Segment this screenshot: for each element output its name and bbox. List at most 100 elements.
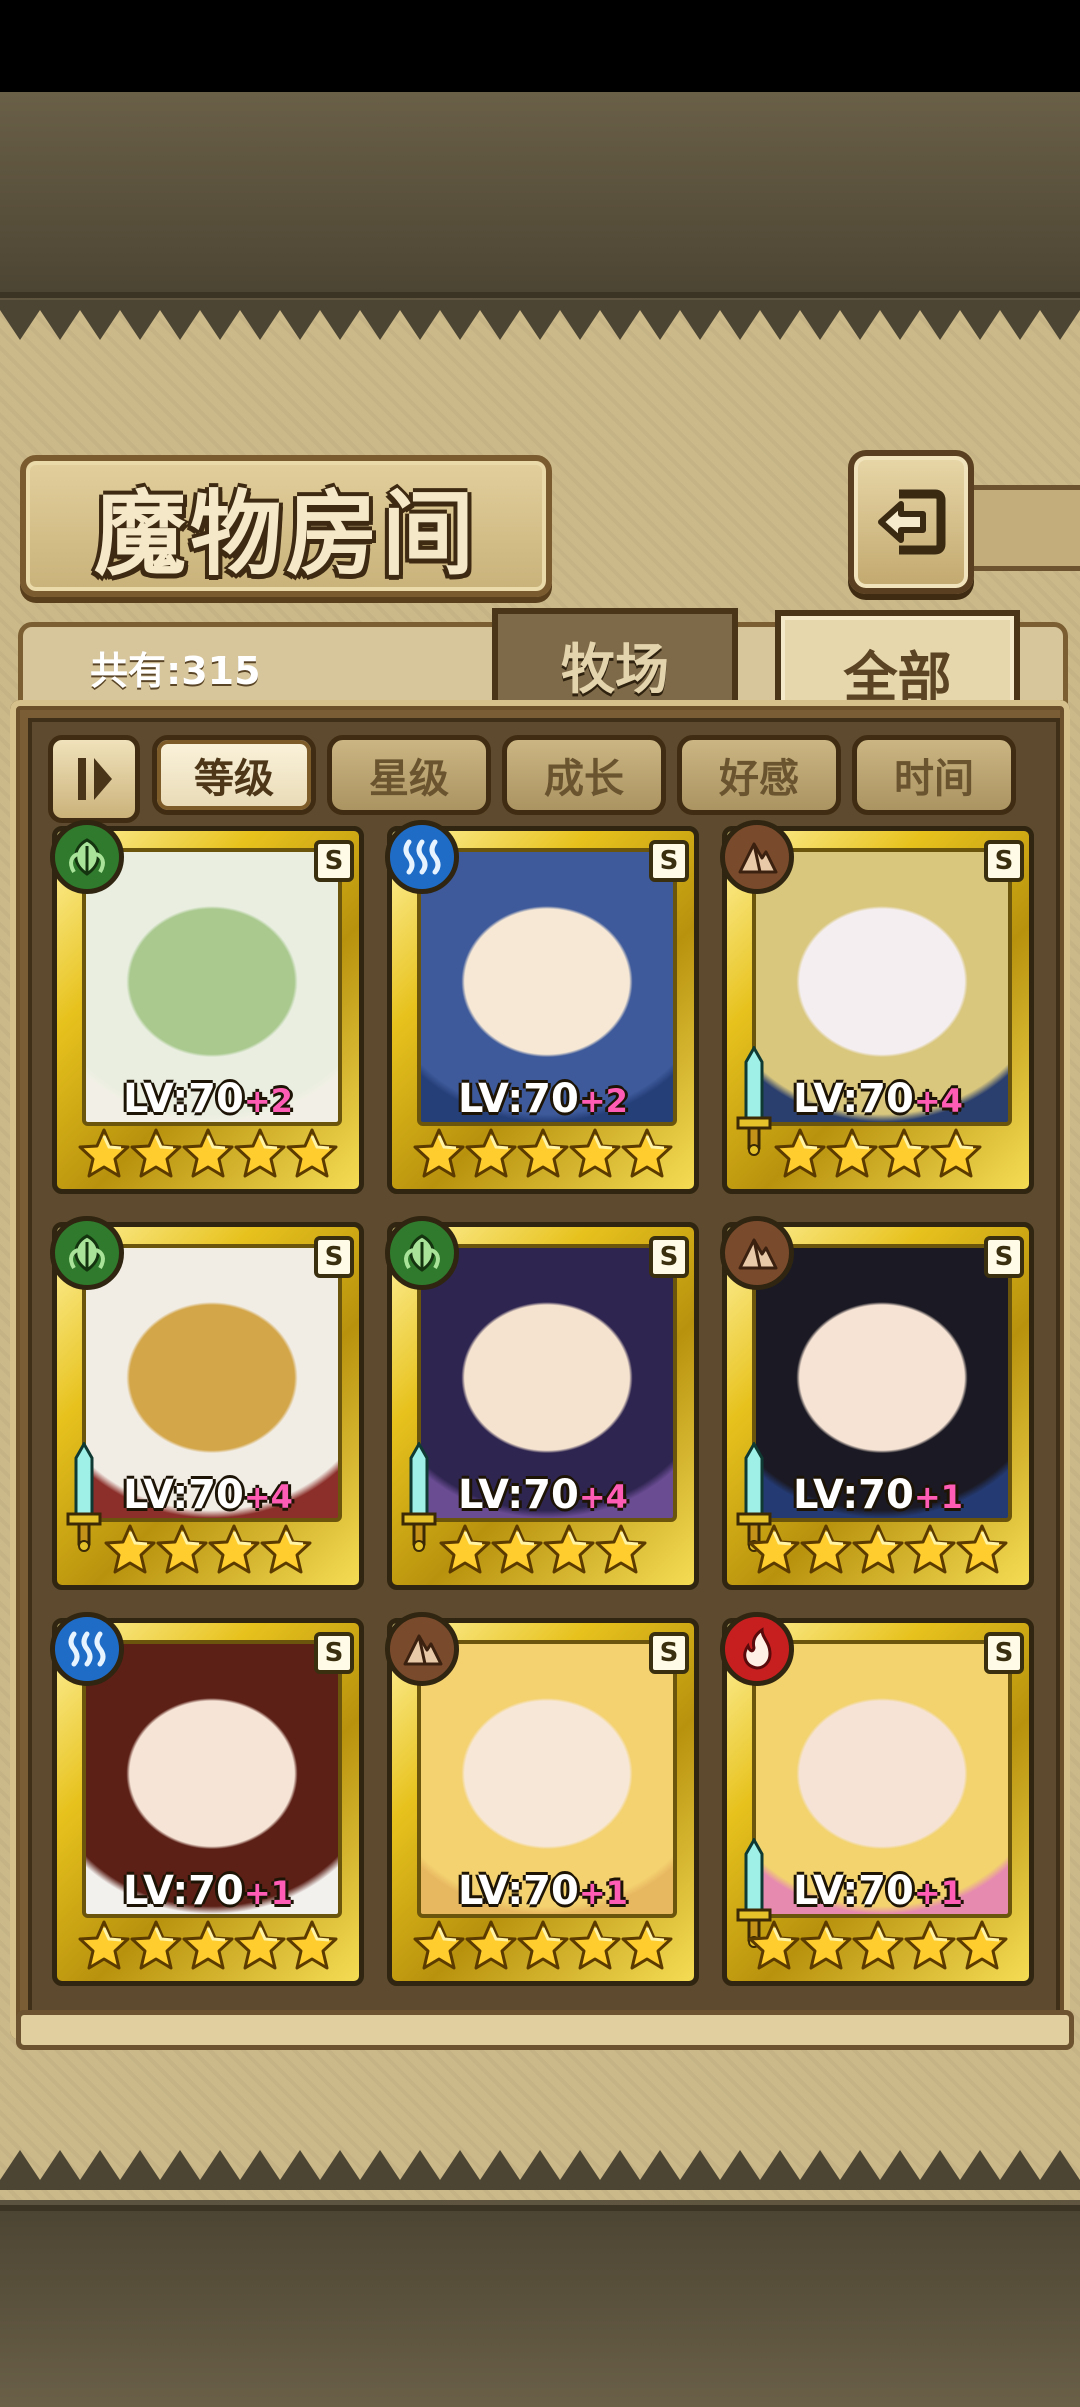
star-icon	[928, 1126, 984, 1182]
level-value: LV:70	[123, 1076, 244, 1122]
monster-card[interactable]: S LV:70+1	[385, 1612, 699, 1986]
star-rating	[387, 1914, 699, 1978]
star-icon	[850, 1918, 906, 1974]
star-icon	[437, 1522, 493, 1578]
rank-badge: S	[314, 840, 354, 882]
level-label: LV:70+2	[387, 1076, 699, 1122]
level-value: LV:70	[123, 1868, 244, 1914]
sort-order-icon	[78, 758, 112, 800]
star-icon	[515, 1918, 571, 1974]
star-icon	[128, 1918, 184, 1974]
star-icon	[567, 1126, 623, 1182]
bottom-rail	[16, 2010, 1074, 2050]
star-icon	[567, 1918, 623, 1974]
level-label: LV:70+1	[52, 1868, 364, 1914]
star-rating	[722, 1122, 1034, 1186]
star-icon	[180, 1918, 236, 1974]
level-plus: +1	[578, 1874, 628, 1912]
sort-affection-button[interactable]: 好感	[677, 735, 841, 815]
level-label: LV:70+2	[52, 1076, 364, 1122]
level-label: LV:70+4	[52, 1472, 364, 1518]
level-plus: +2	[578, 1082, 628, 1120]
monster-card[interactable]: S LV:70+1	[720, 1612, 1034, 1986]
level-plus: +1	[243, 1874, 293, 1912]
sort-time-button[interactable]: 时间	[852, 735, 1016, 815]
earth-element-icon	[720, 820, 794, 894]
star-icon	[463, 1918, 519, 1974]
level-value: LV:70	[458, 1472, 579, 1518]
level-value: LV:70	[458, 1868, 579, 1914]
sort-growth-button[interactable]: 成长	[502, 735, 666, 815]
tab-farm[interactable]: 牧场	[492, 608, 738, 714]
star-icon	[619, 1126, 675, 1182]
rank-badge: S	[649, 1632, 689, 1674]
monster-card[interactable]: S LV:70+1	[720, 1216, 1034, 1590]
star-icon	[954, 1522, 1010, 1578]
level-label: LV:70+4	[722, 1076, 1034, 1122]
star-icon	[902, 1522, 958, 1578]
star-icon	[258, 1522, 314, 1578]
leaf-element-icon	[385, 1216, 459, 1290]
level-label: LV:70+1	[722, 1868, 1034, 1914]
star-icon	[411, 1918, 467, 1974]
star-icon	[798, 1918, 854, 1974]
water-element-icon	[385, 820, 459, 894]
star-icon	[489, 1522, 545, 1578]
sort-order-toggle[interactable]	[48, 735, 140, 823]
star-rating	[52, 1518, 364, 1582]
back-button[interactable]	[848, 450, 974, 594]
star-icon	[128, 1126, 184, 1182]
star-icon	[232, 1918, 288, 1974]
star-icon	[515, 1126, 571, 1182]
monster-card[interactable]: S LV:70+2	[385, 820, 699, 1194]
monster-card[interactable]: S LV:70+4	[385, 1216, 699, 1590]
level-value: LV:70	[793, 1076, 914, 1122]
earth-element-icon	[720, 1216, 794, 1290]
star-icon	[206, 1522, 262, 1578]
level-plus: +1	[913, 1478, 963, 1516]
level-label: LV:70+1	[722, 1472, 1034, 1518]
star-icon	[746, 1522, 802, 1578]
monster-count: 共有:315	[90, 649, 261, 693]
sort-level-button[interactable]: 等级	[152, 735, 316, 815]
page-title: 魔物房间	[93, 479, 478, 588]
star-icon	[798, 1522, 854, 1578]
water-element-icon	[50, 1612, 124, 1686]
bottom-band	[0, 2205, 1080, 2407]
star-icon	[284, 1126, 340, 1182]
monster-card[interactable]: S LV:70+4	[50, 1216, 364, 1590]
monster-card[interactable]: S LV:70+1	[50, 1612, 364, 1986]
leaf-element-icon	[50, 820, 124, 894]
star-icon	[593, 1522, 649, 1578]
star-rating	[52, 1122, 364, 1186]
star-rating	[387, 1122, 699, 1186]
level-label: LV:70+4	[387, 1472, 699, 1518]
star-icon	[541, 1522, 597, 1578]
star-icon	[619, 1918, 675, 1974]
sort-star-button[interactable]: 星级	[327, 735, 491, 815]
level-plus: +4	[578, 1478, 628, 1516]
star-rating	[722, 1914, 1034, 1978]
rank-badge: S	[984, 1632, 1024, 1674]
star-icon	[284, 1918, 340, 1974]
level-value: LV:70	[458, 1076, 579, 1122]
star-rating	[722, 1518, 1034, 1582]
star-icon	[954, 1918, 1010, 1974]
star-rating	[52, 1914, 364, 1978]
level-label: LV:70+1	[387, 1868, 699, 1914]
back-strip	[960, 485, 1080, 571]
monster-card[interactable]: S LV:70+2	[50, 820, 364, 1194]
star-icon	[746, 1918, 802, 1974]
level-value: LV:70	[123, 1472, 244, 1518]
star-icon	[154, 1522, 210, 1578]
star-icon	[76, 1918, 132, 1974]
star-icon	[411, 1126, 467, 1182]
zigzag-border-top	[0, 300, 1080, 340]
monster-card[interactable]: S LV:70+4	[720, 820, 1034, 1194]
star-icon	[850, 1522, 906, 1578]
earth-element-icon	[385, 1612, 459, 1686]
level-value: LV:70	[793, 1472, 914, 1518]
top-band	[0, 92, 1080, 298]
status-bar	[0, 0, 1080, 92]
level-plus: +4	[913, 1082, 963, 1120]
